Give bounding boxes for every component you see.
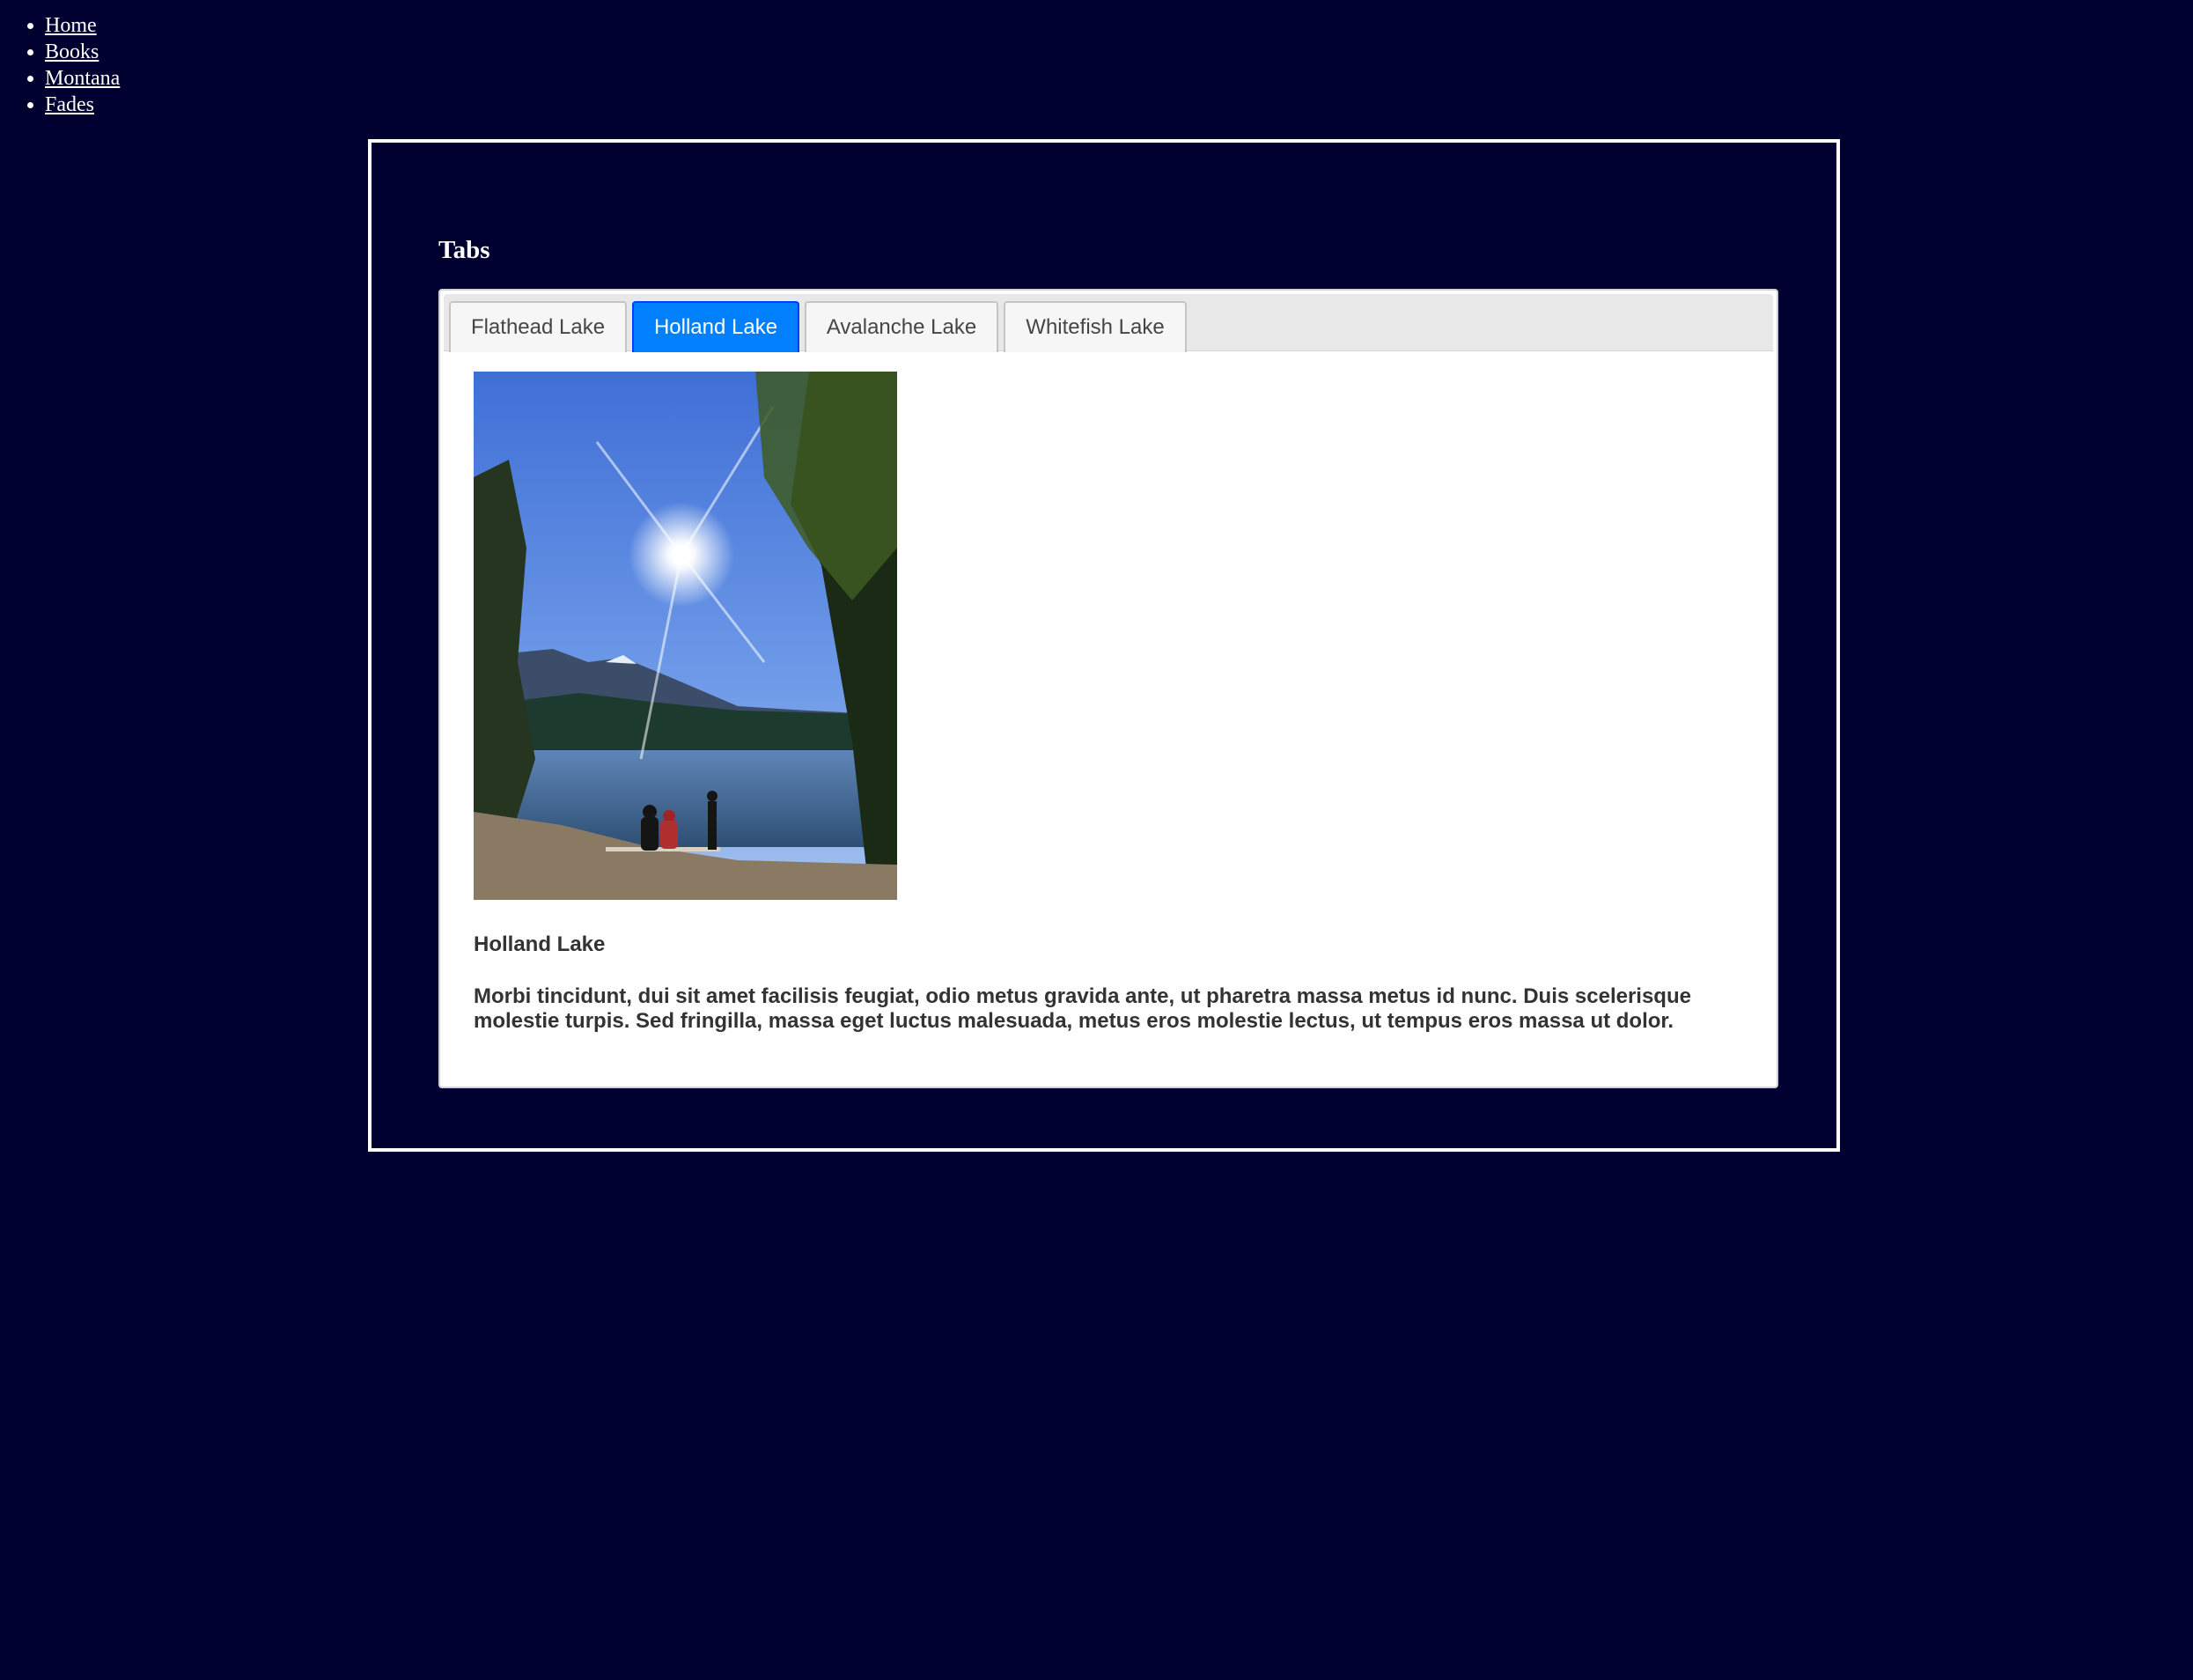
tab-holland-lake[interactable]: Holland Lake bbox=[632, 301, 799, 352]
tab-widget: Flathead Lake Holland Lake Avalanche Lak… bbox=[438, 289, 1778, 1088]
nav-link-montana[interactable]: Montana bbox=[45, 67, 120, 90]
tab-flathead-lake[interactable]: Flathead Lake bbox=[449, 301, 627, 352]
panel-heading: Holland Lake bbox=[474, 932, 606, 956]
lake-photo bbox=[474, 372, 897, 900]
tab-whitefish-lake[interactable]: Whitefish Lake bbox=[1004, 301, 1187, 352]
tab-bar: Flathead Lake Holland Lake Avalanche Lak… bbox=[444, 294, 1773, 352]
nav-item-books: Books bbox=[45, 39, 120, 65]
nav-link-books[interactable]: Books bbox=[45, 41, 99, 63]
nav-item-fades: Fades bbox=[45, 92, 120, 118]
nav-link-fades[interactable]: Fades bbox=[45, 93, 94, 116]
section-title: Tabs bbox=[438, 236, 490, 264]
nav-link-home[interactable]: Home bbox=[45, 14, 97, 37]
panel-text: Morbi tincidunt, dui sit amet facilisis … bbox=[474, 984, 1691, 1033]
main-nav: Home Books Montana Fades bbox=[0, 12, 120, 118]
nav-item-montana: Montana bbox=[45, 65, 120, 92]
tab-avalanche-lake[interactable]: Avalanche Lake bbox=[805, 301, 998, 352]
nav-item-home: Home bbox=[45, 12, 120, 39]
